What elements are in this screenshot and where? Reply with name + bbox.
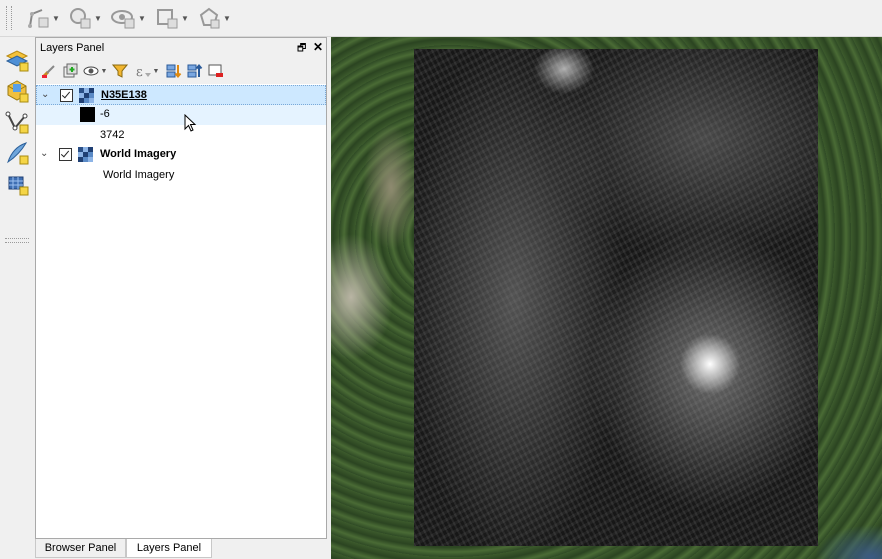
add-group-button[interactable] [61, 62, 79, 80]
layer-row-n35e138[interactable]: ⌄ N35E138 [36, 85, 326, 105]
remove-layer-button[interactable] [207, 62, 225, 80]
visibility-icon [83, 66, 99, 76]
raster-tool-button[interactable] [4, 171, 30, 197]
layer-visibility-checkbox[interactable] [60, 89, 73, 102]
legend-color-swatch [80, 107, 95, 122]
style-button[interactable] [40, 62, 58, 80]
add-database-layer-button[interactable] [4, 78, 30, 104]
new-vector-layer-button[interactable] [4, 109, 30, 135]
legend-min-label: -6 [100, 108, 110, 120]
new-vector-layer-icon [5, 111, 29, 134]
chevron-down-icon[interactable]: ▼ [94, 14, 102, 23]
chevron-down-icon[interactable]: ▼ [101, 68, 108, 75]
svg-text:ε: ε [136, 65, 143, 79]
expression-filter-button[interactable]: ε ▼ [132, 62, 162, 80]
panel-title-bar: Layers Panel 🗗 ✕ [36, 38, 326, 58]
toolbar-grip[interactable] [5, 238, 29, 243]
digitize-icon [7, 142, 29, 165]
chevron-down-icon[interactable]: ▼ [52, 14, 60, 23]
select-features-icon [70, 8, 91, 29]
tab-label: Browser Panel [44, 542, 117, 554]
add-feature-button[interactable]: ▼ [155, 6, 189, 30]
chevron-down-icon[interactable]: ▼ [138, 14, 146, 23]
layer-visibility-checkbox[interactable] [59, 148, 72, 161]
data-source-toolbar [0, 37, 34, 559]
select-features-button[interactable]: ▼ [68, 6, 102, 30]
digitize-line-icon [28, 9, 49, 28]
add-layer-button[interactable] [4, 47, 30, 73]
digitize-button[interactable] [4, 140, 30, 166]
mouse-cursor-icon [184, 114, 197, 132]
tab-browser-panel[interactable]: Browser Panel [35, 539, 126, 558]
filter-icon [112, 64, 128, 78]
legend-max-label: 3742 [100, 129, 125, 141]
dock-tabs: Browser Panel Layers Panel [35, 539, 331, 559]
tab-label: Layers Panel [136, 542, 202, 554]
layer-name: World Imagery [100, 148, 177, 160]
expand-all-icon [166, 64, 182, 79]
filter-button[interactable] [111, 62, 129, 80]
toolbar-grip[interactable] [6, 6, 12, 30]
raster-tool-icon [8, 176, 29, 196]
add-group-icon [63, 63, 78, 78]
panel-title: Layers Panel [40, 42, 105, 54]
dem-raster-layer [414, 49, 818, 546]
close-icon[interactable]: ✕ [313, 40, 323, 54]
chevron-down-icon[interactable]: ⌄ [41, 89, 49, 100]
style-icon [41, 65, 55, 79]
raster-layer-icon [78, 147, 94, 166]
legend-label: World Imagery [103, 169, 175, 181]
legend-item-min[interactable]: -6 [36, 105, 326, 125]
show-hide-icon [111, 10, 135, 29]
expression-filter-icon: ε [136, 65, 151, 79]
add-feature-icon [157, 9, 178, 29]
float-icon[interactable]: 🗗 [297, 41, 306, 58]
expand-all-button[interactable] [165, 62, 183, 80]
chevron-down-icon[interactable]: ▼ [153, 68, 160, 75]
chevron-down-icon[interactable]: ⌄ [40, 148, 48, 159]
digitizing-toolbar: ▼ ▼ ▼ ▼ ▼ [0, 0, 882, 37]
collapse-all-button[interactable] [186, 62, 204, 80]
layers-panel: Layers Panel 🗗 ✕ ▼ ε ▼ ⌄ N35E138 -6 3742… [35, 37, 327, 539]
layer-row-world-imagery[interactable]: ⌄ World Imagery [36, 145, 326, 165]
chevron-down-icon[interactable]: ▼ [223, 14, 231, 23]
tab-layers-panel[interactable]: Layers Panel [126, 539, 212, 558]
show-hide-button[interactable]: ▼ [110, 6, 146, 30]
node-tool-button[interactable]: ▼ [197, 6, 231, 30]
layer-name: N35E138 [101, 89, 147, 101]
legend-item-max[interactable]: 3742 [36, 125, 326, 145]
digitize-line-button[interactable]: ▼ [26, 6, 60, 30]
add-layer-icon [5, 50, 29, 72]
legend-item-world-imagery[interactable]: World Imagery [36, 165, 326, 185]
node-tool-icon [199, 7, 220, 29]
collapse-all-icon [187, 63, 203, 78]
visibility-button[interactable]: ▼ [82, 62, 108, 80]
remove-layer-icon [208, 64, 223, 77]
layers-panel-toolbar: ▼ ε ▼ [36, 58, 326, 84]
add-database-layer-icon [7, 80, 29, 103]
chevron-down-icon[interactable]: ▼ [181, 14, 189, 23]
